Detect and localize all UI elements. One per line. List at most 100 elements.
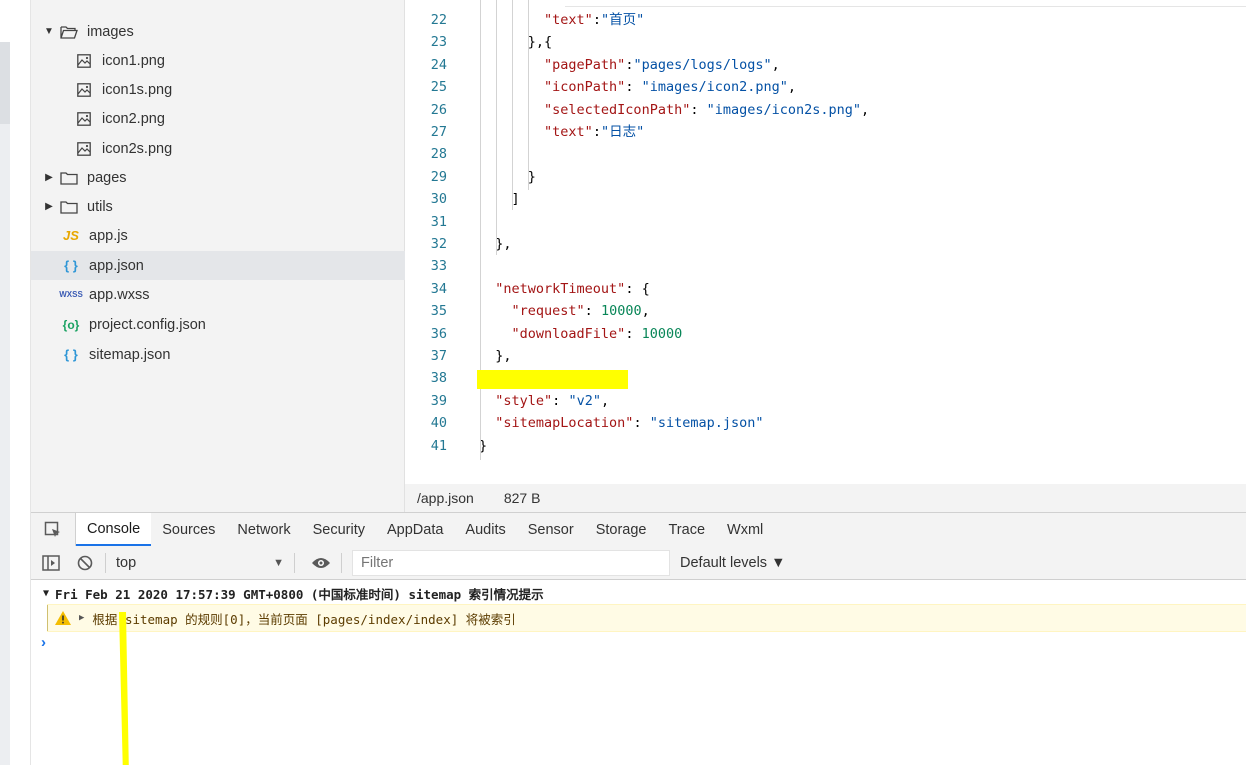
context-value: top — [116, 554, 137, 571]
filter-input[interactable] — [359, 553, 669, 572]
tab-wxml[interactable]: Wxml — [716, 513, 774, 546]
code-text: "text":"首页" — [479, 9, 644, 31]
code-line[interactable]: 30 ] — [405, 188, 1246, 210]
yellow-annotation-stroke — [119, 612, 129, 777]
code-token: "style" — [495, 392, 553, 409]
code-line[interactable]: 37 }, — [405, 345, 1246, 367]
code-text: "style": "v2", — [479, 390, 609, 412]
simulator-edge — [0, 42, 10, 765]
code-line[interactable]: 28 — [405, 143, 1246, 165]
console-warning-row[interactable]: ▶ 根据 sitemap 的规则[0]，当前页面 [pages/index/in… — [47, 604, 1246, 632]
tree-item[interactable]: JS app.js — [31, 221, 435, 250]
code-text: "text":"日志" — [479, 121, 644, 143]
code-text: "selectedIconPath": "images/icon2s.png", — [479, 99, 869, 121]
code-line[interactable]: 29 } — [405, 166, 1246, 188]
tree-item[interactable]: { } sitemap.json — [31, 340, 435, 369]
tab-appdata[interactable]: AppData — [376, 513, 454, 546]
bottom-edge — [0, 765, 1246, 780]
simulator-scrollbar[interactable] — [0, 42, 10, 124]
editor-status-bar: /app.json 827 B — [405, 484, 1246, 512]
line-number: 40 — [430, 415, 447, 432]
tab-network[interactable]: Network — [226, 513, 301, 546]
code-line[interactable]: 32 }, — [405, 233, 1246, 255]
sidebar-toggle-icon[interactable] — [37, 549, 65, 577]
tree-item-label: app.json — [89, 257, 144, 274]
line-number: 35 — [430, 303, 447, 320]
tab-console[interactable]: Console — [76, 513, 152, 546]
line-number: 26 — [430, 101, 447, 118]
code-line[interactable]: 24 "pagePath":"pages/logs/logs", — [405, 54, 1246, 76]
context-select[interactable]: top ▼ — [112, 551, 288, 575]
tree-item-label: project.config.json — [89, 316, 206, 333]
code-text: },{ — [479, 31, 552, 53]
devtools-tab-bar: Console Sources Network Security AppData Audi… — [31, 512, 1246, 547]
code-line[interactable]: 22 "text":"首页" — [405, 9, 1246, 31]
tree-item[interactable]: icon1s.png — [31, 75, 448, 104]
code-token: "networkTimeout" — [495, 280, 626, 297]
tree-item[interactable]: icon2s.png — [31, 134, 448, 163]
tree-item[interactable]: ▼ images — [31, 17, 417, 46]
tree-item-label: images — [87, 23, 134, 40]
code-line[interactable]: 31 — [405, 211, 1246, 233]
code-text: "pagePath":"pages/logs/logs", — [479, 54, 780, 76]
code-line[interactable]: 34 "networkTimeout": { — [405, 278, 1246, 300]
code-text: "request": 10000, — [479, 300, 650, 322]
chevron-right-icon[interactable]: ▶ — [44, 201, 54, 212]
tree-item[interactable]: icon2.png — [31, 104, 448, 133]
tree-item[interactable]: { } app.json — [31, 251, 435, 280]
tab-sources[interactable]: Sources — [151, 513, 226, 546]
code-line[interactable]: 33 — [405, 255, 1246, 277]
tree-item-label: utils — [87, 198, 113, 215]
inspect-element-icon[interactable] — [31, 513, 76, 546]
tab-security[interactable]: Security — [302, 513, 376, 546]
clear-console-icon[interactable] — [71, 549, 99, 577]
tab-audits[interactable]: Audits — [454, 513, 516, 546]
tab-sensor[interactable]: Sensor — [517, 513, 585, 546]
indent-guide — [480, 0, 481, 460]
warning-icon — [55, 611, 71, 625]
code-line[interactable]: 40 "sitemapLocation": "sitemap.json" — [405, 412, 1246, 434]
code-line[interactable]: 35 "request": 10000, — [405, 300, 1246, 322]
console-group-header[interactable]: ▼ Fri Feb 21 2020 17:57:39 GMT+0800 (中国标… — [43, 584, 544, 603]
code-line[interactable]: 39 "style": "v2", — [405, 390, 1246, 412]
tree-item[interactable]: ▶ utils — [31, 192, 417, 221]
filter-field[interactable] — [352, 549, 670, 576]
line-number: 24 — [430, 56, 447, 73]
code-token: "日志" — [600, 124, 645, 140]
code-text: "downloadFile": 10000 — [479, 323, 683, 345]
code-token: "selectedIconPath" — [544, 101, 691, 118]
json-file-icon: { } — [64, 347, 78, 362]
code-token: "sitemap.json" — [649, 415, 764, 432]
tree-item[interactable]: WXSS app.wxss — [31, 280, 435, 309]
line-number: 34 — [430, 280, 447, 297]
code-editor[interactable]: 22 "text":"首页" 23 },{24 "pagePath":"pages… — [405, 0, 1246, 484]
chevron-right-icon[interactable]: ▶ — [44, 172, 54, 183]
tree-item[interactable]: icon1.png — [31, 46, 448, 75]
code-line[interactable]: 36 "downloadFile": 10000 — [405, 323, 1246, 345]
code-token: : { — [625, 280, 650, 297]
code-token: : — [690, 101, 707, 118]
expand-triangle-icon[interactable]: ▶ — [79, 613, 84, 623]
code-token: "images/icon2s.png" — [706, 101, 862, 118]
file-path: /app.json — [417, 490, 474, 506]
tree-item-label: pages — [87, 169, 127, 186]
tree-item[interactable]: ▶ pages — [31, 163, 417, 192]
left-gutter — [0, 0, 31, 765]
console-prompt[interactable]: › — [41, 634, 46, 651]
code-token: "images/icon2.png" — [641, 79, 788, 96]
chevron-down-icon[interactable]: ▼ — [44, 26, 54, 37]
indent-guide — [512, 0, 513, 210]
tree-item[interactable]: {o} project.config.json — [31, 310, 435, 339]
tab-storage[interactable]: Storage — [585, 513, 658, 546]
code-line[interactable]: 23 },{ — [405, 31, 1246, 53]
eye-icon[interactable] — [307, 549, 335, 577]
tab-trace[interactable]: Trace — [657, 513, 716, 546]
file-size: 827 B — [503, 490, 541, 506]
code-line[interactable]: 41} — [405, 435, 1246, 457]
code-line[interactable]: 27 "text":"日志" — [405, 121, 1246, 143]
default-levels-dropdown[interactable]: Default levels ▼ — [680, 555, 785, 571]
code-line[interactable]: 25 "iconPath": "images/icon2.png", — [405, 76, 1246, 98]
folder-icon — [60, 171, 78, 185]
code-line[interactable]: 26 "selectedIconPath": "images/icon2s.pn… — [405, 99, 1246, 121]
